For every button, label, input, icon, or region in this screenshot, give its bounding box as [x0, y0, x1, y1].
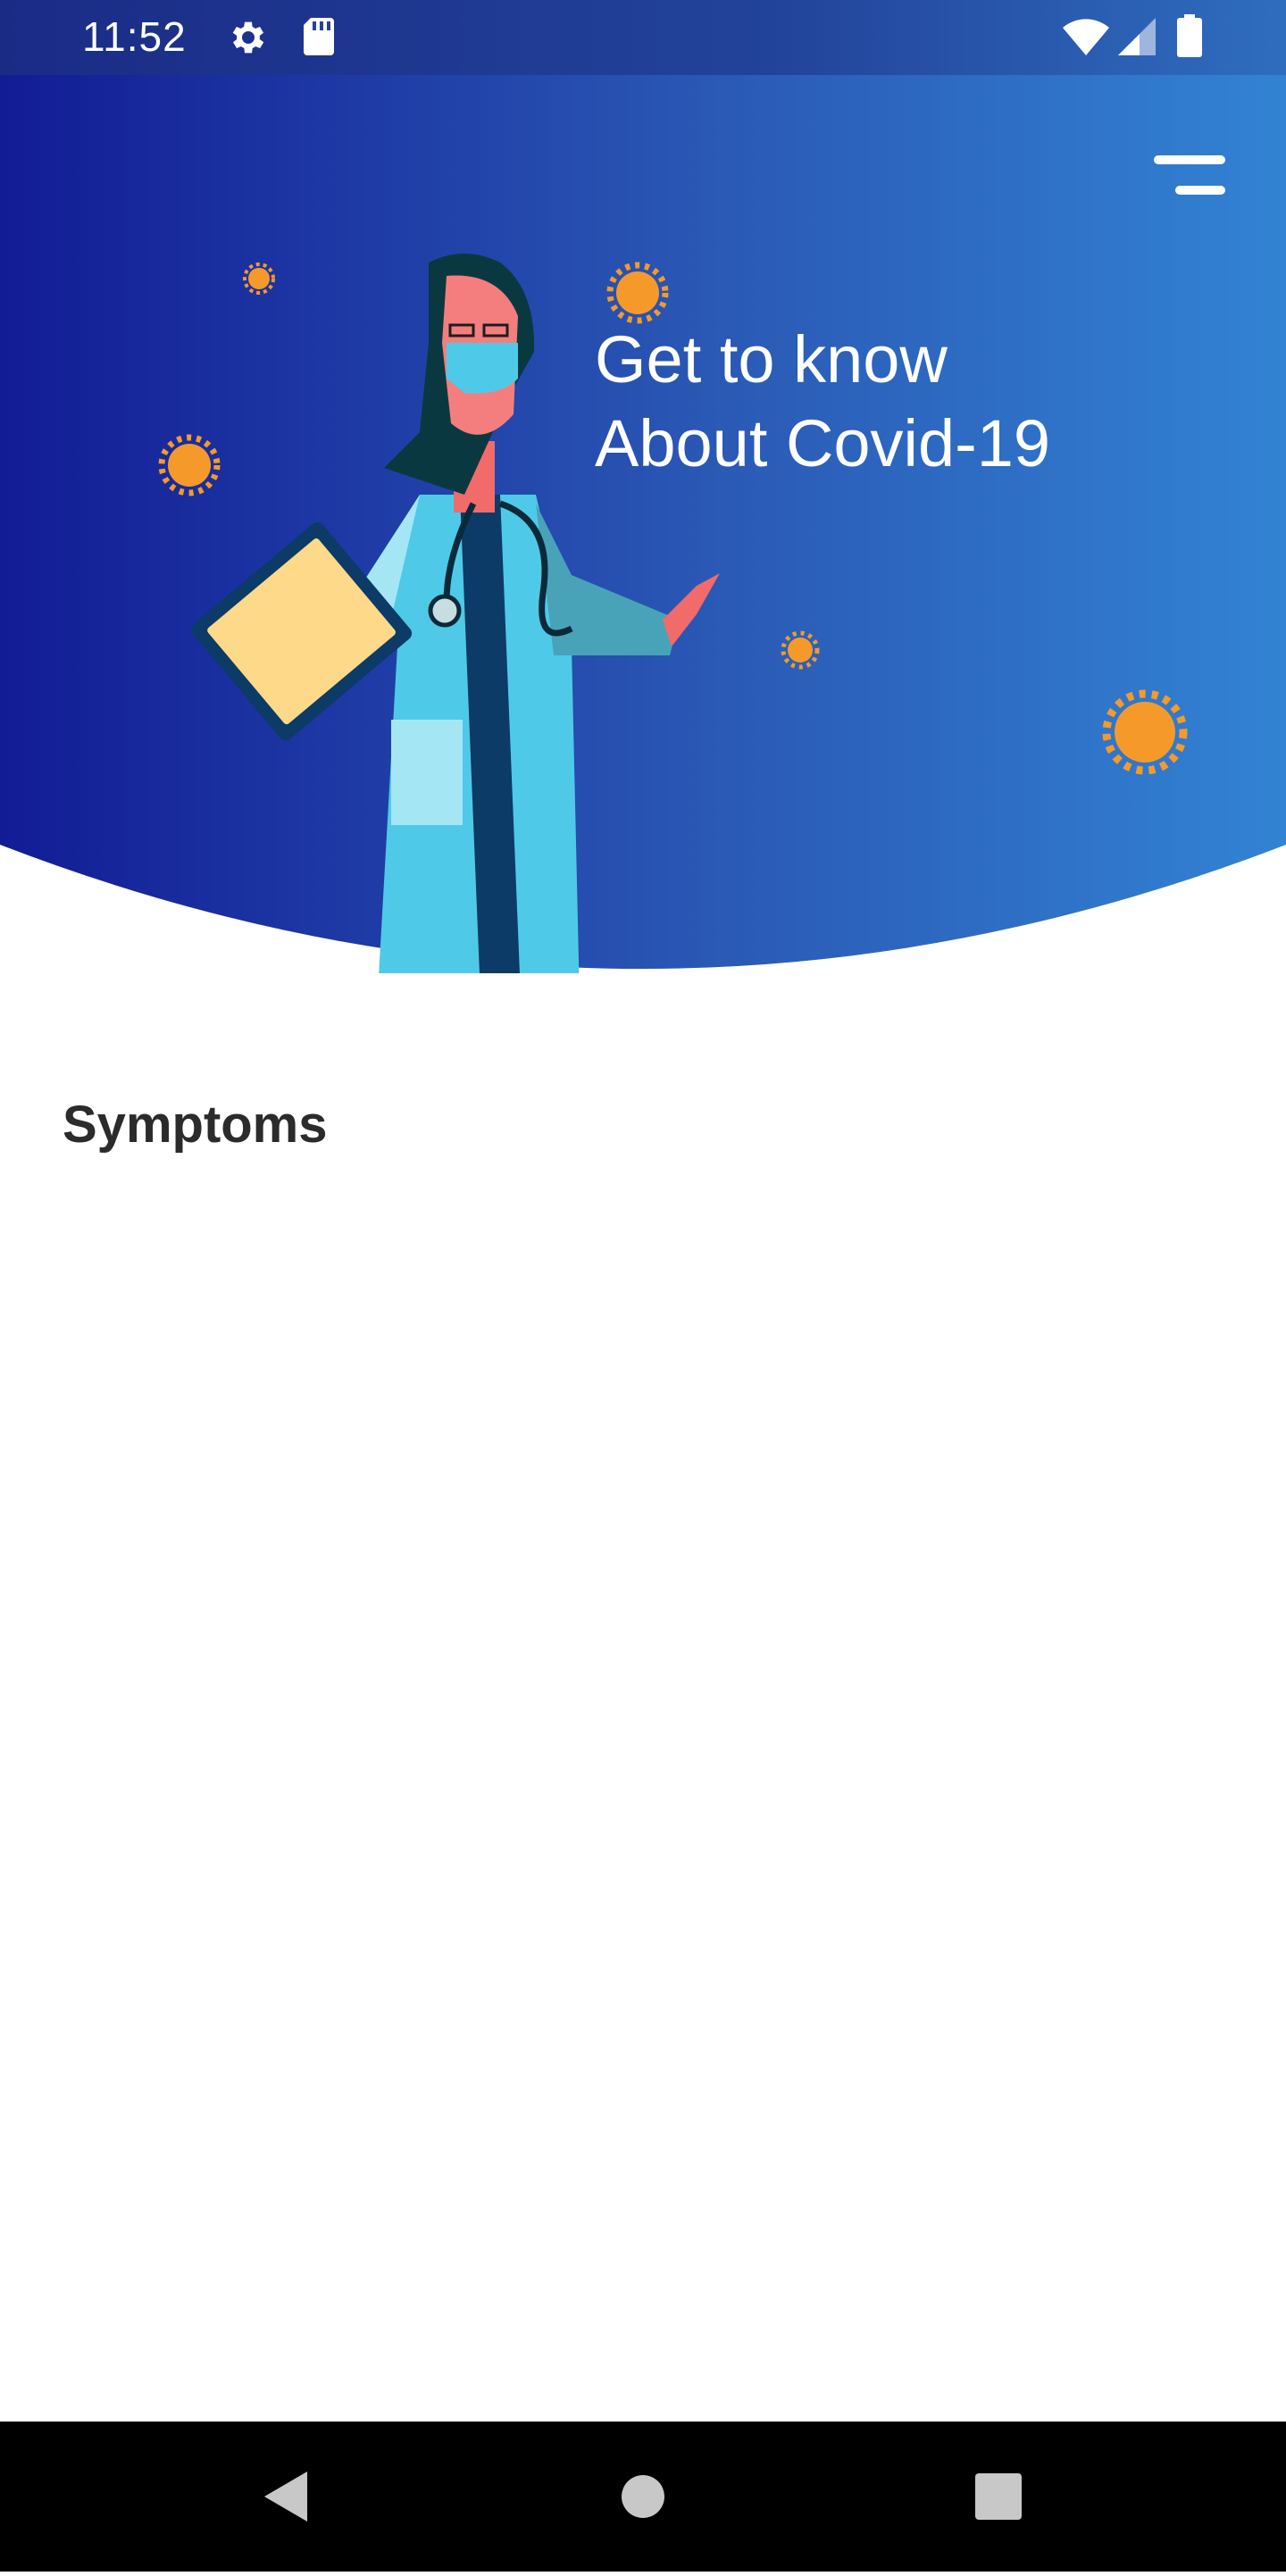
headline-line-2: About Covid-19: [595, 406, 1051, 480]
sd-card-icon: [300, 16, 338, 62]
recents-icon: [975, 2473, 1022, 2520]
header-banner: Get to know About Covid-19: [0, 75, 1286, 973]
back-icon: [264, 2472, 307, 2522]
gear-icon: [227, 16, 270, 63]
header-background: [0, 75, 1286, 969]
headline: Get to know About Covid-19: [595, 318, 1050, 486]
home-icon: [622, 2475, 664, 2518]
wifi-icon: [1063, 18, 1109, 60]
back-button[interactable]: [213, 2422, 355, 2572]
battery-icon: [1177, 14, 1202, 62]
recents-button[interactable]: [927, 2422, 1070, 2572]
navigation-bar: [0, 2422, 1286, 2572]
headline-line-1: Get to know: [595, 322, 948, 396]
section-title-symptoms: Symptoms: [63, 1096, 328, 1154]
status-time: 11:52: [82, 13, 187, 60]
home-button[interactable]: [572, 2422, 714, 2572]
menu-button[interactable]: [1150, 155, 1225, 209]
signal-icon: [1118, 18, 1156, 60]
status-bar: 11:52: [0, 0, 1286, 75]
